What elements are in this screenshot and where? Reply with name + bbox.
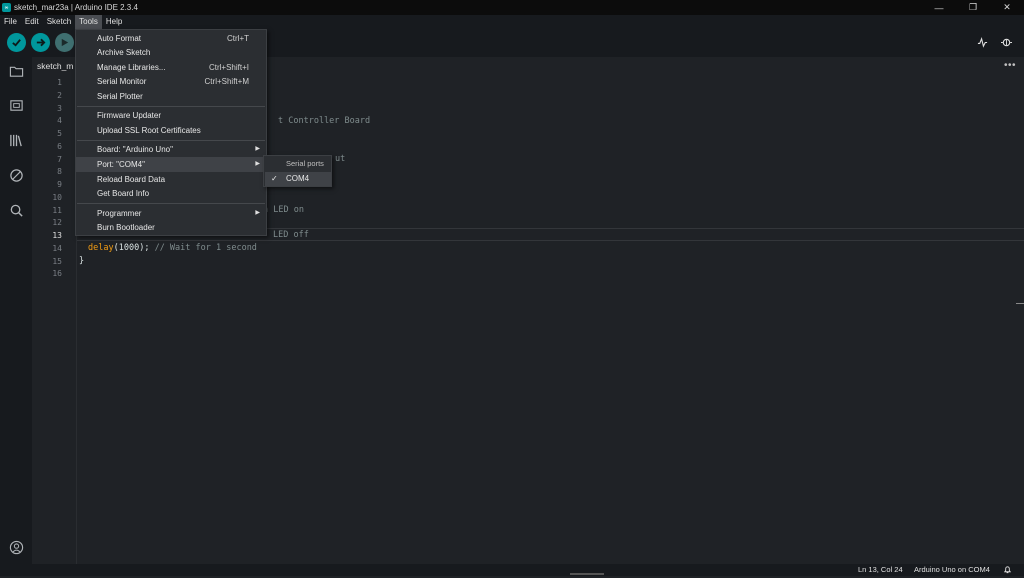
menu-item-firmware-updater[interactable]: Firmware Updater [76,108,266,123]
search-icon[interactable] [8,202,24,218]
menu-edit[interactable]: Edit [21,15,43,29]
bell-icon[interactable] [1003,565,1012,578]
line-number: 3 [57,104,62,113]
line-number: 12 [52,218,62,227]
menu-item-board[interactable]: Board: "Arduino Uno" ▶ [76,142,266,157]
line-number: 9 [57,180,62,189]
line-number: 15 [52,257,62,266]
line-number: 16 [52,269,62,278]
menu-item-serial-plotter[interactable]: Serial Plotter [76,89,266,104]
menu-sketch[interactable]: Sketch [43,15,75,29]
menu-item-manage-libraries[interactable]: Manage Libraries... Ctrl+Shift+I [76,60,266,75]
title-bar: ∞ sketch_mar23a | Arduino IDE 2.3.4 — ❐ … [0,0,1024,15]
menu-separator [77,203,265,204]
submenu-arrow-icon: ▶ [255,210,260,216]
submenu-arrow-icon: ▶ [255,161,260,167]
plotter-icon [977,37,988,48]
activity-sidebar [0,57,32,564]
tools-menu: Auto Format Ctrl+T Archive Sketch Manage … [75,29,267,236]
serial-plotter-button[interactable] [973,33,992,52]
more-actions-icon[interactable]: ••• [1004,60,1016,71]
line-number: 1 [57,78,62,87]
menu-item-archive-sketch[interactable]: Archive Sketch [76,45,266,60]
menu-bar: File Edit Sketch Tools Help [0,15,1024,29]
code-keyword: delay [88,243,114,253]
menu-item-serial-monitor[interactable]: Serial Monitor Ctrl+Shift+M [76,74,266,89]
line-number-current: 13 [52,231,62,240]
status-bar: Ln 13, Col 24 Arduino Uno on COM4 [0,564,1024,576]
code-comment: // Wait for 1 second [154,243,257,253]
check-icon [12,39,21,47]
menu-item-get-board-info[interactable]: Get Board Info [76,186,266,201]
window-title: sketch_mar23a | Arduino IDE 2.3.4 [14,3,138,12]
menu-help[interactable]: Help [102,15,126,29]
menu-item-reload-board-data[interactable]: Reload Board Data [76,172,266,187]
debug-button[interactable] [55,33,74,52]
tab-sketch[interactable]: sketch_m [32,57,79,75]
menu-tools[interactable]: Tools [75,15,102,29]
scrollbar-marker[interactable] [1016,303,1024,304]
code-line-15: } [79,256,85,266]
code-fragment: n LED on [263,205,304,215]
code-line-14: delay(1000); // Wait for 1 second [88,243,257,253]
upload-button[interactable] [31,33,50,52]
port-option-com4[interactable]: ✓ COM4 [265,172,331,186]
menu-separator [77,140,265,141]
port-submenu: Serial ports ✓ COM4 [263,155,332,187]
board-status[interactable]: Arduino Uno on COM4 [914,564,990,576]
library-icon[interactable] [8,132,24,148]
line-number-gutter: 1 2 3 4 5 6 7 8 9 10 11 12 13 14 15 16 [32,75,76,564]
menu-item-upload-ssl[interactable]: Upload SSL Root Certificates [76,123,266,138]
menu-file[interactable]: File [0,15,21,29]
code-punct: ); [139,243,150,253]
arrow-right-icon [36,38,46,47]
submenu-header: Serial ports [286,159,324,168]
menu-item-burn-bootloader[interactable]: Burn Bootloader [76,220,266,235]
code-fragment: LED off [273,230,309,240]
account-icon[interactable] [8,539,24,555]
window-controls: — ❐ ✕ [922,0,1024,15]
line-number: 14 [52,244,62,253]
menu-item-auto-format[interactable]: Auto Format Ctrl+T [76,31,266,46]
submenu-arrow-icon: ▶ [255,146,260,152]
checkmark-icon: ✓ [271,174,278,183]
line-number: 7 [57,155,62,164]
horizontal-scrollbar[interactable] [570,573,604,575]
minimize-icon[interactable]: — [922,0,956,15]
code-fragment: t Controller Board [278,116,371,126]
verify-button[interactable] [7,33,26,52]
line-number: 5 [57,129,62,138]
arduino-icon: ∞ [2,3,11,12]
line-number: 10 [52,193,62,202]
menu-separator [77,106,265,107]
menu-item-port[interactable]: Port: "COM4" ▶ [76,157,266,172]
close-icon[interactable]: ✕ [990,0,1024,15]
menu-item-programmer[interactable]: Programmer ▶ [76,206,266,221]
line-number: 8 [57,167,62,176]
line-number: 6 [57,142,62,151]
debug-icon [61,38,69,47]
cursor-position[interactable]: Ln 13, Col 24 [858,564,903,576]
restore-icon[interactable]: ❐ [956,0,990,15]
serial-monitor-button[interactable] [997,33,1016,52]
line-number: 4 [57,116,62,125]
line-number: 2 [57,91,62,100]
serial-monitor-icon [1001,38,1012,47]
line-number: 11 [52,206,62,215]
code-fragment: ut [335,154,346,164]
board-manager-icon[interactable] [8,97,24,113]
debug-disabled-icon[interactable] [8,167,24,183]
code-number: 1000 [118,243,140,253]
folder-icon[interactable] [8,63,24,79]
